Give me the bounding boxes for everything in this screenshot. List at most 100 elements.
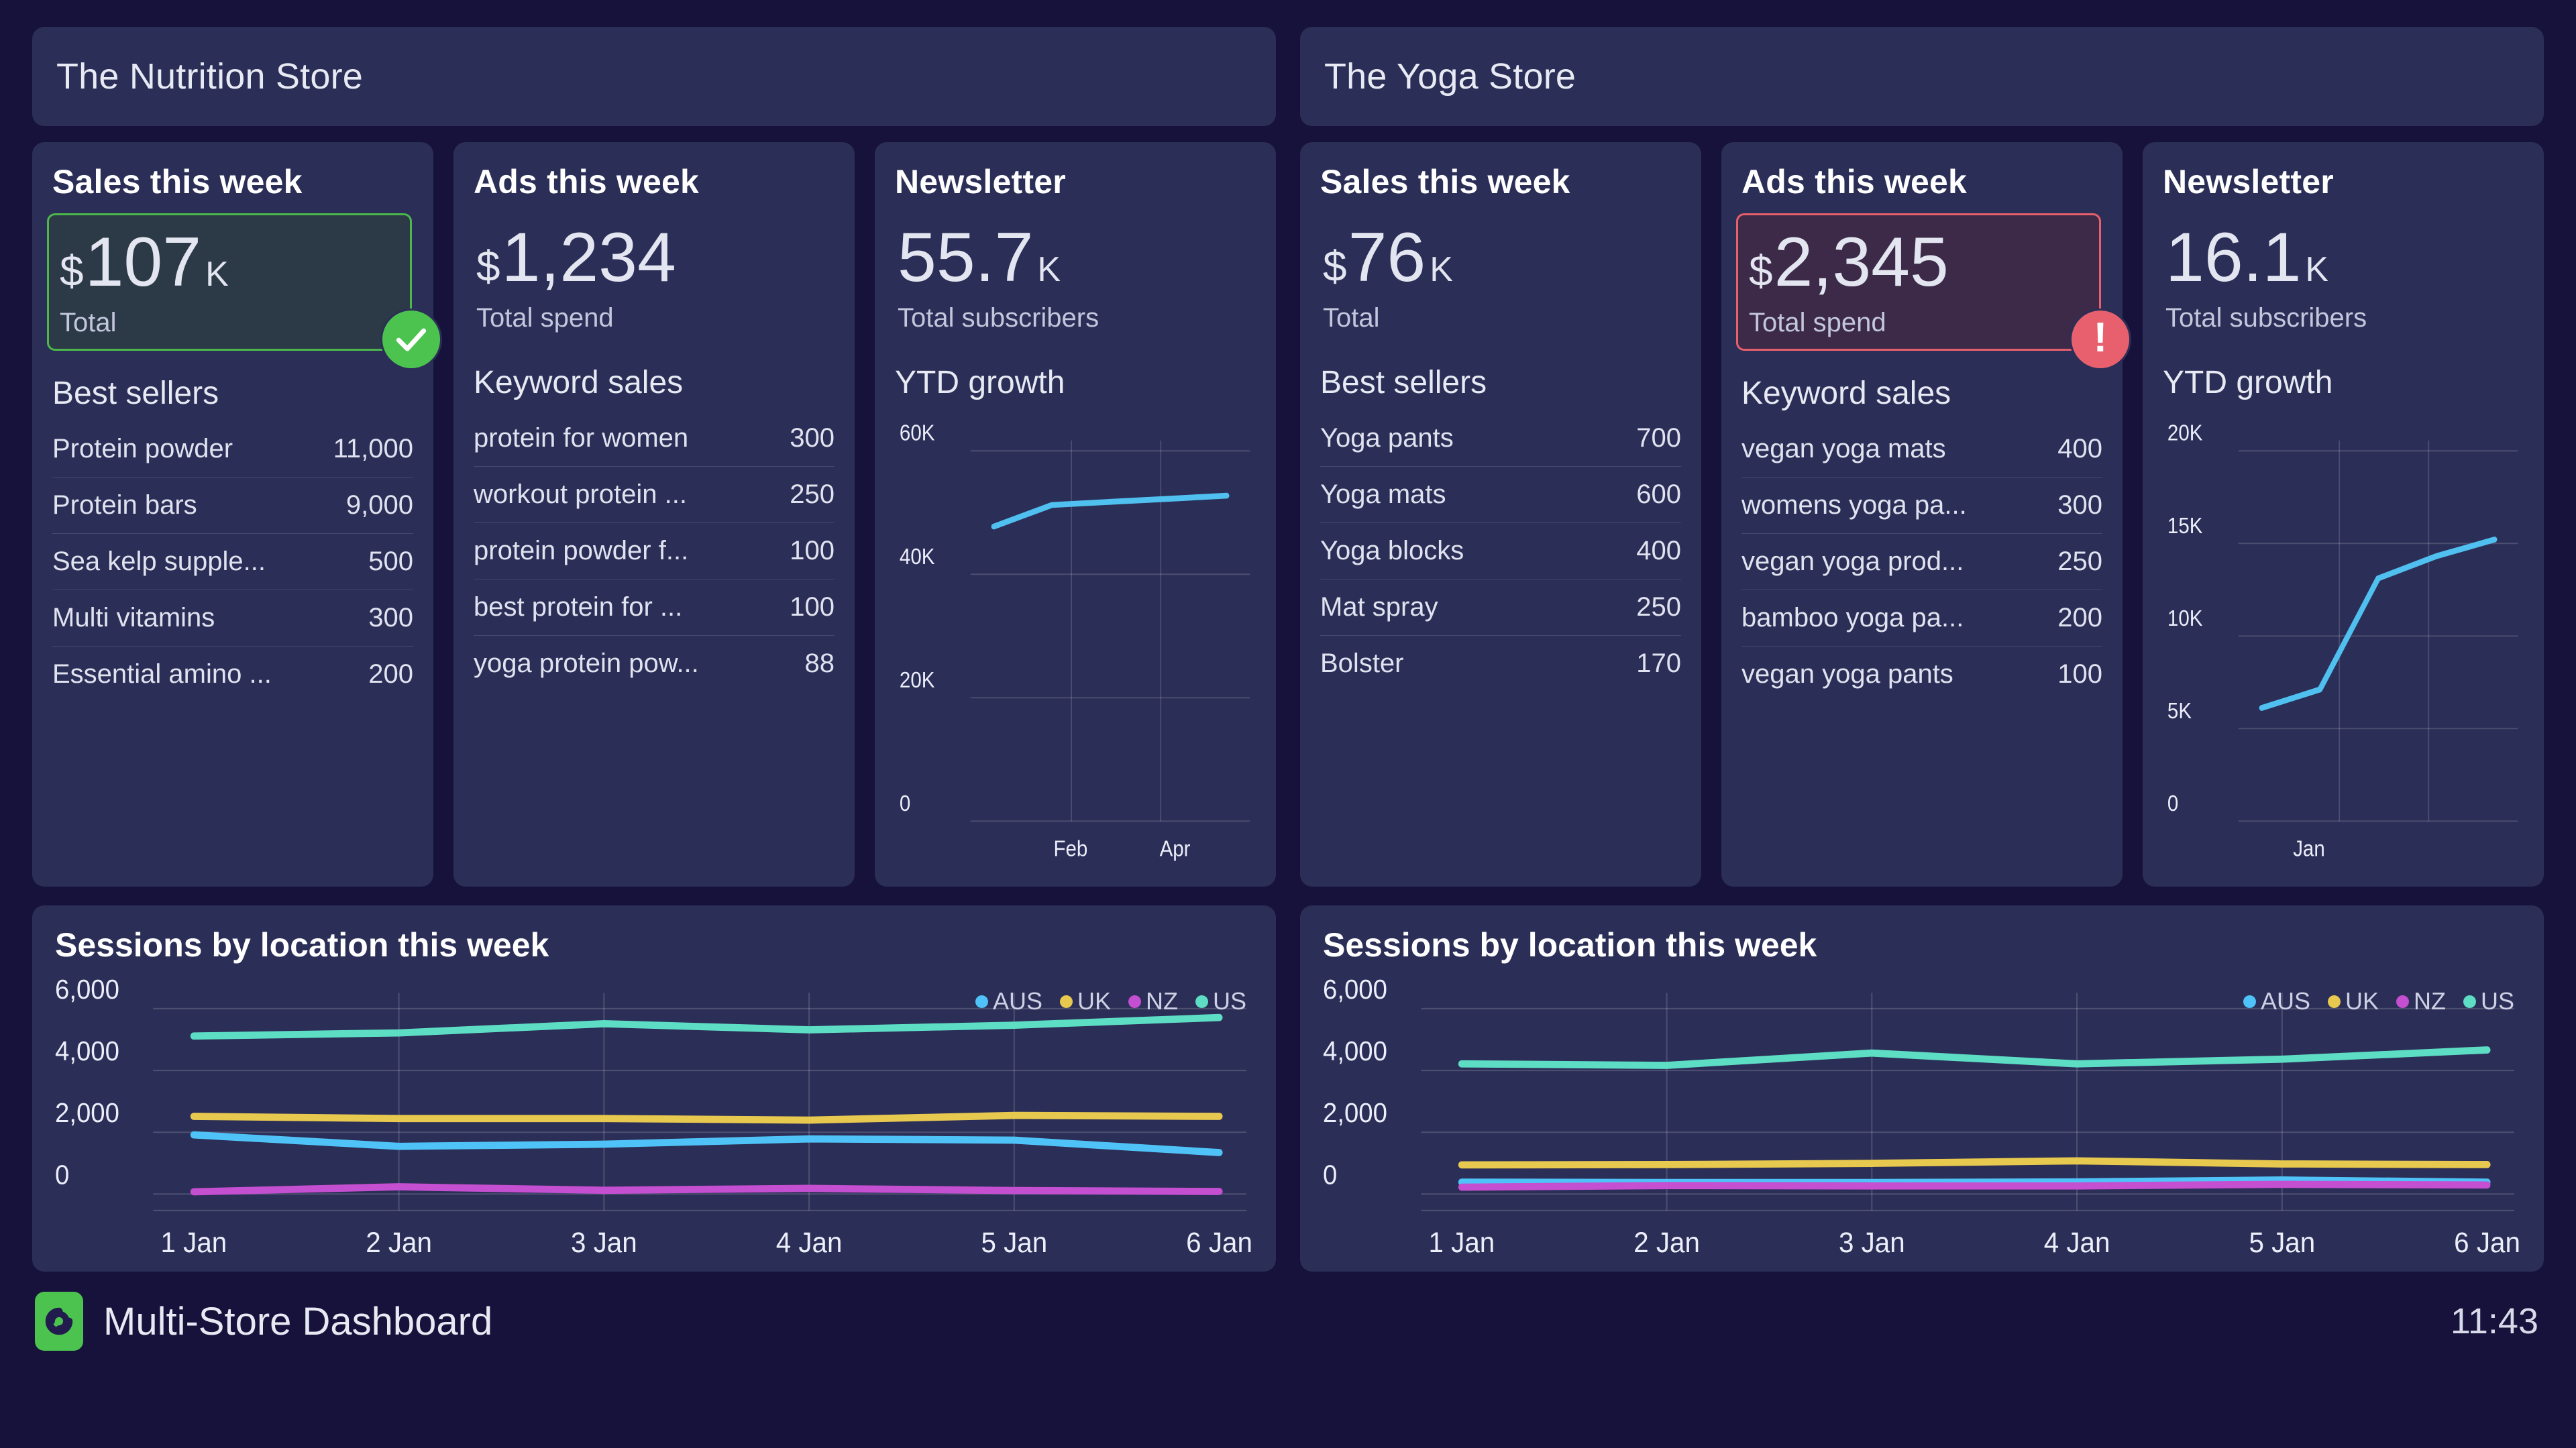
legend-label: AUS <box>2261 987 2310 1015</box>
list-item[interactable]: Yoga pants700 <box>1320 410 1681 467</box>
list-item[interactable]: Multi vitamins300 <box>52 590 413 647</box>
list-item[interactable]: bamboo yoga pa...200 <box>1741 590 2102 647</box>
list-item[interactable]: Mat spray250 <box>1320 579 1681 636</box>
kpi-number: 16.1 <box>2165 223 2301 292</box>
list-item[interactable]: Yoga mats600 <box>1320 467 1681 523</box>
legend-item-nz[interactable]: NZ <box>2396 987 2446 1015</box>
list-item[interactable]: vegan yoga mats400 <box>1741 421 2102 478</box>
legend-item-us[interactable]: US <box>1195 987 1246 1015</box>
list-item[interactable]: workout protein ... 250 <box>474 467 835 523</box>
kpi-value: $ 2,345 <box>1749 227 2088 297</box>
list-item-name: Yoga pants <box>1320 423 1454 453</box>
svg-text:3 Jan: 3 Jan <box>1839 1226 1905 1258</box>
sessions-card-yoga[interactable]: Sessions by location this week AUS UK NZ… <box>1300 905 2544 1272</box>
legend-item-nz[interactable]: NZ <box>1128 987 1178 1015</box>
list-item-value: 100 <box>2057 659 2102 689</box>
svg-text:40K: 40K <box>900 544 935 569</box>
legend-item-uk[interactable]: UK <box>1060 987 1111 1015</box>
list-item[interactable]: Protein bars9,000 <box>52 478 413 534</box>
svg-text:Jan: Jan <box>2293 836 2325 861</box>
list-item-name: protein for women <box>474 423 688 453</box>
card-newsletter-nutrition[interactable]: Newsletter 55.7 K Total subscribers YTD … <box>875 142 1276 887</box>
svg-text:20K: 20K <box>2167 421 2203 445</box>
card-ads-yoga[interactable]: Ads this week $ 2,345 Total spend ! Keyw… <box>1721 142 2123 887</box>
kpi-number: 76 <box>1348 223 1426 292</box>
list-title: Keyword sales <box>1741 375 2102 412</box>
kpi-label: Total spend <box>1749 308 2088 338</box>
kpi-value: $ 1,234 <box>476 223 826 292</box>
sessions-card-nutrition[interactable]: Sessions by location this week AUS UK NZ… <box>32 905 1276 1272</box>
list-title: Best sellers <box>1320 364 1681 401</box>
list-item[interactable]: Essential amino ... 200 <box>52 647 413 702</box>
chart-title: YTD growth <box>2163 364 2524 401</box>
svg-text:2 Jan: 2 Jan <box>1633 1226 1700 1258</box>
kpi-value: $ 76 K <box>1323 223 1673 292</box>
list-item[interactable]: Bolster170 <box>1320 636 1681 691</box>
card-newsletter-yoga[interactable]: Newsletter 16.1 K Total subscribers YTD … <box>2143 142 2544 887</box>
legend-label: US <box>2481 987 2514 1015</box>
list-item[interactable]: yoga protein pow...88 <box>474 636 835 691</box>
list-item-name: Essential amino ... <box>52 659 272 689</box>
legend-dot-icon <box>1128 995 1141 1008</box>
legend-item-uk[interactable]: UK <box>2328 987 2379 1015</box>
svg-text:2,000: 2,000 <box>1323 1098 1387 1128</box>
store-header-yoga: The Yoga Store <box>1300 27 2544 126</box>
svg-text:10K: 10K <box>2167 606 2203 630</box>
list-item-value: 88 <box>805 649 835 679</box>
list-item[interactable]: vegan yoga prod...250 <box>1741 534 2102 590</box>
svg-text:5K: 5K <box>2167 698 2192 723</box>
svg-text:0: 0 <box>900 791 910 816</box>
spiral-logo-icon <box>35 1292 83 1351</box>
svg-text:3 Jan: 3 Jan <box>571 1226 637 1258</box>
legend-label: NZ <box>1146 987 1178 1015</box>
kpi-sales-yoga: $ 76 K Total <box>1315 213 1681 340</box>
store-title: The Nutrition Store <box>56 56 363 97</box>
list-item-name: protein powder f... <box>474 536 688 566</box>
list-item-value: 100 <box>790 536 835 566</box>
dashboard-root: The Nutrition Store Sales this week $ 10… <box>0 0 2576 1448</box>
list-title: Keyword sales <box>474 364 835 401</box>
sessions-legend-nutrition: AUS UK NZ US <box>975 987 1246 1015</box>
list-item-name: Yoga mats <box>1320 480 1446 510</box>
list-item-value: 200 <box>368 659 413 689</box>
list-item-value: 250 <box>790 480 835 510</box>
card-sales-yoga[interactable]: Sales this week $ 76 K Total Best seller… <box>1300 142 1701 887</box>
kpi-currency: $ <box>1749 249 1773 292</box>
card-ads-nutrition[interactable]: Ads this week $ 1,234 Total spend Keywor… <box>453 142 855 887</box>
list-item[interactable]: protein for women300 <box>474 410 835 467</box>
list-item-name: vegan yoga prod... <box>1741 547 1964 577</box>
list-item[interactable]: Protein powder11,000 <box>52 421 413 478</box>
list-item-value: 11,000 <box>333 434 413 464</box>
kpi-suffix: K <box>1430 252 1453 287</box>
card-sales-nutrition[interactable]: Sales this week $ 107 K Total Best selle… <box>32 142 433 887</box>
kpi-sales-nutrition: $ 107 K Total <box>47 213 412 351</box>
legend-item-aus[interactable]: AUS <box>2243 987 2310 1015</box>
svg-text:0: 0 <box>2167 791 2178 816</box>
list-item-name: workout protein ... <box>474 480 687 510</box>
legend-label: UK <box>1077 987 1111 1015</box>
sessions-title: Sessions by location this week <box>1323 926 2521 964</box>
svg-text:1 Jan: 1 Jan <box>1428 1226 1495 1258</box>
list-title: Best sellers <box>52 375 413 412</box>
legend-label: US <box>1213 987 1246 1015</box>
card-title: Newsletter <box>895 162 1256 201</box>
list-item-value: 100 <box>790 592 835 622</box>
legend-dot-icon <box>2243 995 2256 1008</box>
list-item[interactable]: Sea kelp supple...500 <box>52 534 413 590</box>
list-item[interactable]: best protein for ...100 <box>474 579 835 636</box>
list-item[interactable]: womens yoga pa...300 <box>1741 478 2102 534</box>
list-item-value: 170 <box>1636 649 1681 679</box>
kpi-value: $ 107 K <box>60 227 399 297</box>
list-item[interactable]: protein powder f... 100 <box>474 523 835 579</box>
kpi-suffix: K <box>1037 252 1061 287</box>
svg-text:4,000: 4,000 <box>1323 1036 1387 1066</box>
brand-group: Multi-Store Dashboard <box>35 1292 492 1351</box>
legend-dot-icon <box>2396 995 2409 1008</box>
legend-item-us[interactable]: US <box>2463 987 2514 1015</box>
kpi-ads-nutrition: $ 1,234 Total spend <box>468 213 835 340</box>
list-item[interactable]: vegan yoga pants100 <box>1741 647 2102 702</box>
svg-text:6,000: 6,000 <box>55 974 119 1005</box>
svg-text:4 Jan: 4 Jan <box>776 1226 843 1258</box>
legend-item-aus[interactable]: AUS <box>975 987 1042 1015</box>
list-item[interactable]: Yoga blocks400 <box>1320 523 1681 579</box>
